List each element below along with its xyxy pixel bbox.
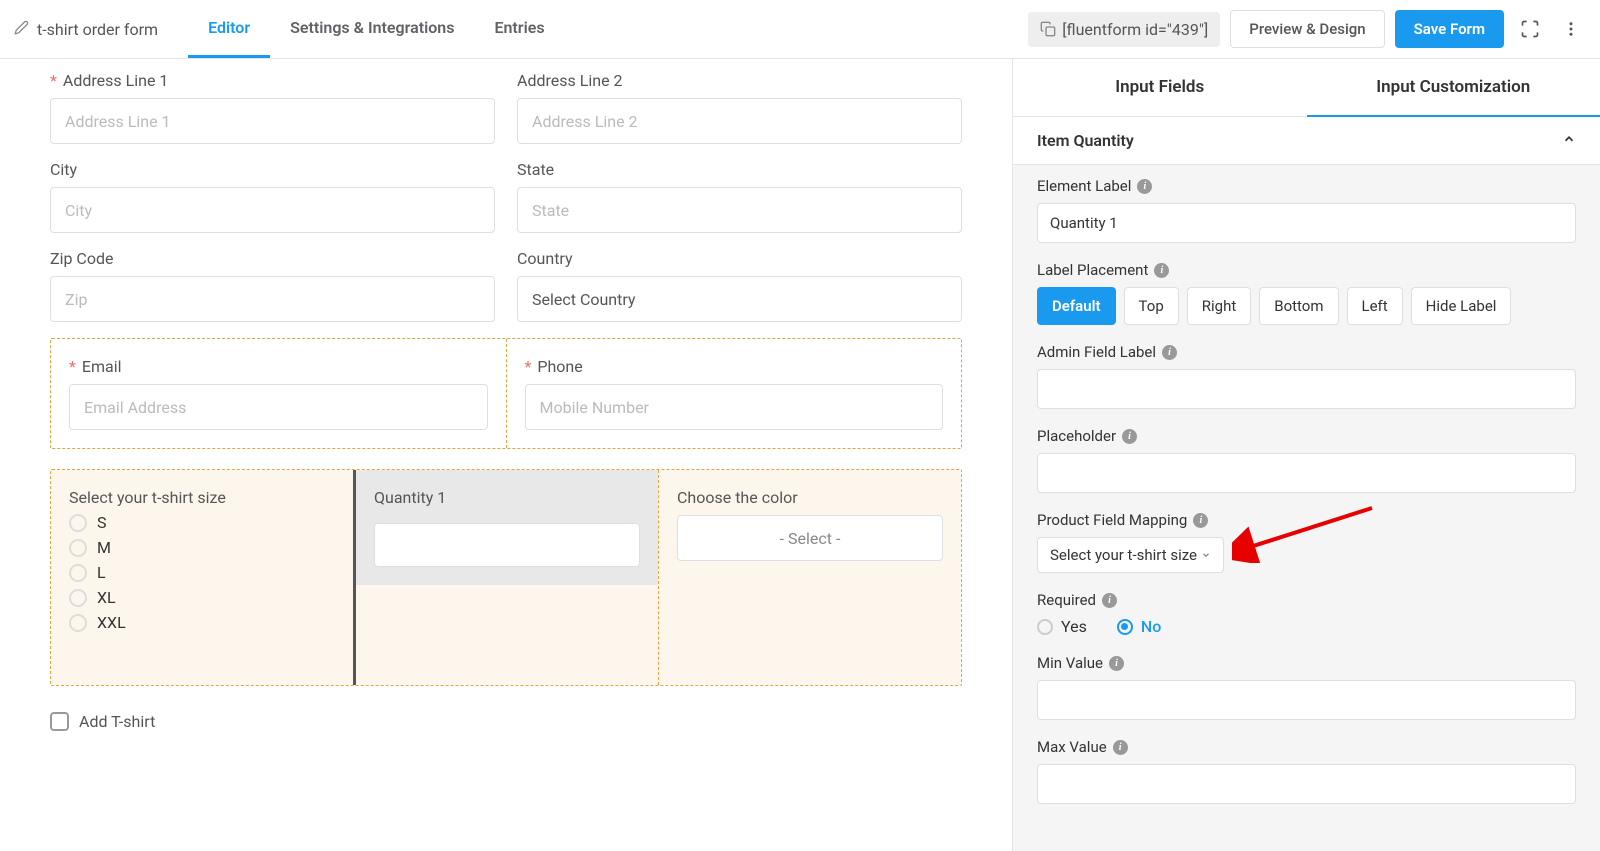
size-option-xl[interactable]: XL — [69, 588, 335, 607]
product-row[interactable]: Select your t-shirt size S M L XL XXL Qu… — [50, 469, 962, 686]
qty-label: Quantity 1 — [374, 488, 446, 507]
city-input[interactable] — [50, 187, 495, 233]
label-placement-label: Label Placement — [1037, 261, 1148, 279]
phone-input[interactable] — [525, 384, 944, 430]
sidebar: Input Fields Input Customization Item Qu… — [1012, 59, 1600, 851]
required-no[interactable]: No — [1117, 617, 1161, 636]
info-icon[interactable]: i — [1154, 263, 1169, 278]
mapping-label: Product Field Mapping — [1037, 511, 1187, 529]
addr2-label: Address Line 2 — [517, 71, 623, 90]
phone-label: Phone — [537, 357, 582, 376]
size-option-l[interactable]: L — [69, 563, 335, 582]
tab-editor[interactable]: Editor — [188, 0, 270, 58]
min-value-label: Min Value — [1037, 654, 1103, 672]
email-input[interactable] — [69, 384, 488, 430]
placement-right[interactable]: Right — [1187, 287, 1251, 325]
placeholder-input[interactable] — [1037, 453, 1576, 493]
placement-top[interactable]: Top — [1124, 287, 1179, 325]
info-icon[interactable]: i — [1162, 345, 1177, 360]
required-marker: * — [50, 71, 57, 90]
form-title[interactable]: t-shirt order form — [37, 20, 158, 39]
placement-hide[interactable]: Hide Label — [1411, 287, 1512, 325]
top-bar: t-shirt order form Editor Settings & Int… — [0, 0, 1600, 59]
zip-label: Zip Code — [50, 249, 113, 268]
side-tab-input-fields[interactable]: Input Fields — [1013, 59, 1307, 117]
size-option-xxl[interactable]: XXL — [69, 613, 335, 632]
element-label-input[interactable] — [1037, 203, 1576, 243]
color-label: Choose the color — [677, 488, 798, 507]
fullscreen-icon[interactable] — [1514, 13, 1546, 45]
min-value-input[interactable] — [1037, 680, 1576, 720]
required-label: Required — [1037, 591, 1096, 609]
size-option-s[interactable]: S — [69, 513, 335, 532]
save-form-button[interactable]: Save Form — [1395, 10, 1504, 48]
size-option-m[interactable]: M — [69, 538, 335, 557]
side-tab-input-customization[interactable]: Input Customization — [1307, 59, 1600, 117]
admin-label-label: Admin Field Label — [1037, 343, 1156, 361]
info-icon[interactable]: i — [1109, 656, 1124, 671]
tab-entries[interactable]: Entries — [474, 0, 564, 58]
info-icon[interactable]: i — [1137, 179, 1152, 194]
tab-settings[interactable]: Settings & Integrations — [270, 0, 474, 58]
info-icon[interactable]: i — [1122, 429, 1137, 444]
add-tshirt-checkbox[interactable]: Add T-shirt — [50, 712, 962, 731]
product-field-mapping-select[interactable]: Select your t-shirt size — [1037, 537, 1224, 573]
addr2-input[interactable] — [517, 98, 962, 144]
color-select[interactable]: - Select - — [677, 515, 943, 561]
max-value-label: Max Value — [1037, 738, 1107, 756]
info-icon[interactable]: i — [1102, 593, 1117, 608]
section-header-item-quantity[interactable]: Item Quantity — [1013, 117, 1600, 165]
state-input[interactable] — [517, 187, 962, 233]
placement-left[interactable]: Left — [1347, 287, 1403, 325]
city-label: City — [50, 160, 77, 179]
quantity-input[interactable] — [374, 523, 640, 567]
chevron-up-icon — [1562, 131, 1576, 150]
more-menu-icon[interactable] — [1556, 14, 1586, 44]
admin-label-input[interactable] — [1037, 369, 1576, 409]
zip-input[interactable] — [50, 276, 495, 322]
addr1-input[interactable] — [50, 98, 495, 144]
email-label: Email — [82, 357, 122, 376]
info-icon[interactable]: i — [1113, 740, 1128, 755]
edit-title-icon[interactable] — [14, 20, 29, 39]
shortcode-box[interactable]: [fluentform id="439"] — [1028, 12, 1220, 47]
element-label-label: Element Label — [1037, 177, 1131, 195]
required-yes[interactable]: Yes — [1037, 617, 1087, 636]
size-label: Select your t-shirt size — [69, 488, 226, 507]
addr1-label: Address Line 1 — [63, 71, 169, 90]
email-phone-row[interactable]: *Email *Phone — [50, 338, 962, 449]
max-value-input[interactable] — [1037, 764, 1576, 804]
placement-bottom[interactable]: Bottom — [1259, 287, 1338, 325]
form-canvas: * Address Line 1 Address Line 2 City Stat… — [0, 59, 1012, 851]
country-label: Country — [517, 249, 573, 268]
country-select[interactable]: Select Country — [517, 276, 962, 322]
placeholder-label: Placeholder — [1037, 427, 1116, 445]
shortcode-text: [fluentform id="439"] — [1062, 20, 1208, 39]
main-tabs: Editor Settings & Integrations Entries — [188, 0, 564, 58]
quantity-field-selected[interactable]: Quantity 1 — [353, 470, 658, 685]
info-icon[interactable]: i — [1193, 513, 1208, 528]
state-label: State — [517, 160, 554, 179]
preview-design-button[interactable]: Preview & Design — [1230, 10, 1384, 48]
placement-default[interactable]: Default — [1037, 287, 1116, 325]
